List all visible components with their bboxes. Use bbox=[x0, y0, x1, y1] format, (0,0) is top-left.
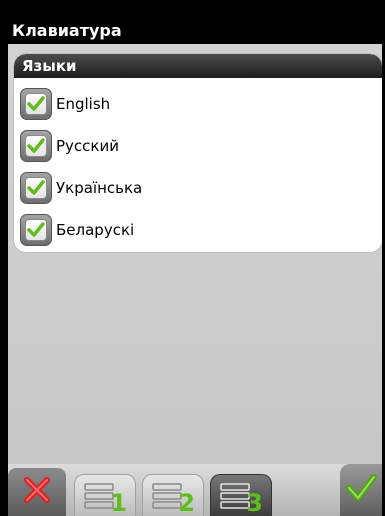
list-page-icon: 1 bbox=[83, 481, 127, 515]
page-number: 3 bbox=[246, 488, 263, 516]
checkbox-english[interactable] bbox=[20, 88, 52, 120]
languages-list: English Русский Українська Беларускі bbox=[14, 78, 382, 251]
languages-group: Языки English Русский Українська Беларус… bbox=[14, 54, 382, 252]
language-item-russian[interactable]: Русский bbox=[14, 125, 382, 167]
list-page-icon: 3 bbox=[219, 481, 263, 515]
language-item-english[interactable]: English bbox=[14, 83, 382, 125]
language-item-belarusian[interactable]: Беларускі bbox=[14, 209, 382, 251]
checkmark-icon bbox=[25, 177, 47, 199]
page-2-button[interactable]: 2 bbox=[142, 474, 204, 516]
checkmark-icon bbox=[25, 93, 47, 115]
languages-group-header: Языки bbox=[14, 54, 382, 78]
language-label: Беларускі bbox=[56, 221, 135, 239]
checkbox-ukrainian[interactable] bbox=[20, 172, 52, 204]
checkmark-icon bbox=[25, 219, 47, 241]
language-label: Українська bbox=[56, 179, 143, 197]
bottom-toolbar: 1 2 3 bbox=[8, 464, 382, 516]
language-label: English bbox=[56, 95, 111, 113]
checkmark-icon bbox=[345, 473, 377, 507]
page-1-button[interactable]: 1 bbox=[74, 474, 136, 516]
language-label: Русский bbox=[56, 137, 119, 155]
keyboard-settings-screen: Клавиатура Языки English Русский Українс… bbox=[0, 0, 385, 516]
page-3-button[interactable]: 3 bbox=[210, 474, 272, 516]
window-title: Клавиатура bbox=[8, 19, 382, 43]
close-icon bbox=[22, 475, 52, 509]
page-number: 2 bbox=[178, 488, 195, 516]
checkmark-icon bbox=[25, 135, 47, 157]
cancel-button[interactable] bbox=[8, 468, 66, 516]
list-page-icon: 2 bbox=[151, 481, 195, 515]
checkbox-belarusian[interactable] bbox=[20, 214, 52, 246]
checkbox-russian[interactable] bbox=[20, 130, 52, 162]
ok-button[interactable] bbox=[340, 464, 382, 516]
language-item-ukrainian[interactable]: Українська bbox=[14, 167, 382, 209]
page-number: 1 bbox=[110, 488, 127, 516]
